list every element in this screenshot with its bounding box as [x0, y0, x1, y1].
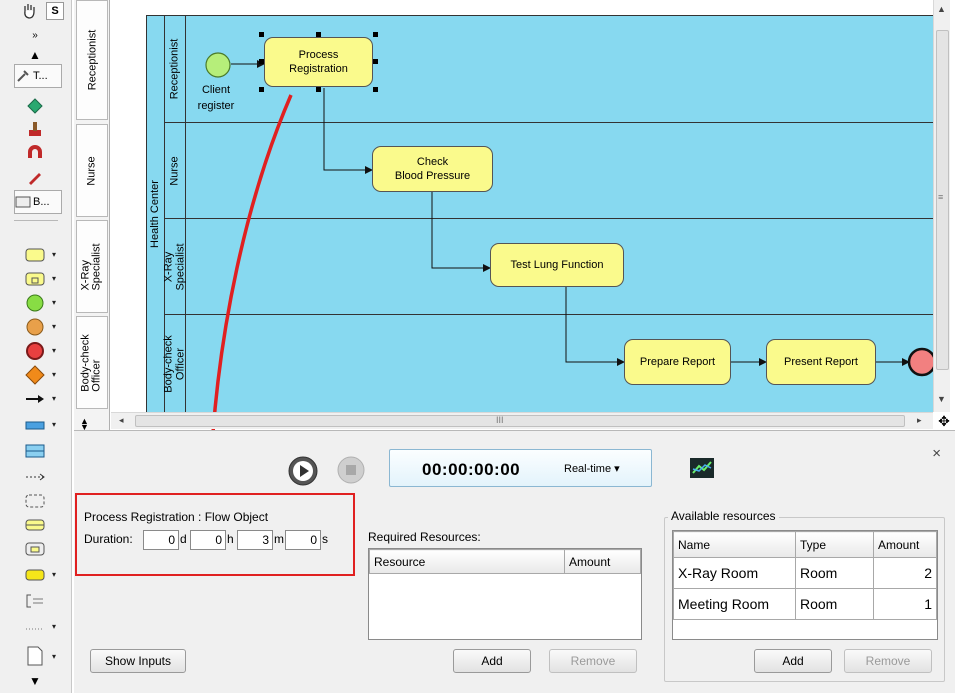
available-resources-table[interactable]: Name Type Amount X-Ray Room Room 2 Meeti… — [672, 530, 938, 640]
collapsed-subprocess-tool-icon[interactable] — [24, 538, 46, 560]
available-add-button[interactable]: Add — [754, 649, 832, 673]
resource-amount-cell[interactable]: 1 — [873, 588, 937, 620]
duration-hours-unit: h — [227, 532, 234, 546]
association-tool-icon[interactable] — [24, 466, 46, 488]
simulation-timer: 00:00:00:00 — [422, 460, 521, 479]
duration-seconds-unit: s — [322, 532, 328, 546]
selection-handle[interactable] — [373, 59, 378, 64]
pool-tool-icon[interactable] — [24, 440, 46, 462]
table-header-row: Name Type Amount — [673, 531, 937, 558]
pan-move-icon[interactable]: ✥ — [933, 412, 955, 430]
vertical-scrollbar[interactable]: ▲ ≡ ▼ — [933, 0, 950, 412]
show-inputs-button[interactable]: Show Inputs — [90, 649, 186, 673]
scroll-grip-label: III — [496, 415, 504, 425]
column-header-type[interactable]: Type — [795, 531, 874, 558]
selection-handle[interactable] — [259, 32, 264, 37]
message-flow-tool-icon[interactable] — [24, 618, 46, 640]
selection-handle[interactable] — [373, 87, 378, 92]
chart-icon — [690, 458, 714, 478]
start-event[interactable] — [203, 50, 233, 80]
duration-days-input[interactable]: 0 — [143, 530, 179, 550]
available-remove-button[interactable]: Remove — [844, 649, 932, 673]
flow-object-title: Process Registration : Flow Object — [84, 510, 269, 524]
selection-handle[interactable] — [316, 32, 321, 37]
selection-handle[interactable] — [316, 87, 321, 92]
duration-hours-input[interactable]: 0 — [190, 530, 226, 550]
document-dropdown-icon[interactable]: ▾ — [52, 652, 56, 661]
resource-name-cell[interactable]: Meeting Room — [673, 588, 796, 620]
available-resources-title: Available resources — [668, 509, 779, 523]
duration-minutes-input[interactable]: 3 — [237, 530, 273, 550]
panel-splitter-icon[interactable]: ▲ ▼ — [80, 417, 89, 432]
duration-minutes-unit: m — [274, 532, 284, 546]
table-header-row: Resource Amount — [369, 549, 641, 574]
duration-label: Duration: — [84, 532, 133, 546]
stop-simulation-button[interactable] — [337, 456, 365, 484]
required-resources-table[interactable]: Resource Amount — [368, 548, 642, 640]
task-process-registration[interactable]: Process Registration — [264, 37, 373, 87]
flow-lung-to-prepare — [565, 286, 625, 366]
column-header-resource[interactable]: Resource — [369, 549, 565, 574]
close-panel-button[interactable]: × — [932, 445, 941, 462]
annotation-tool-icon[interactable] — [24, 564, 46, 586]
simulation-timer-display: 00:00:00:00 Real-time ▾ — [389, 449, 652, 487]
column-header-amount[interactable]: Amount — [873, 531, 937, 558]
selection-handle[interactable] — [373, 32, 378, 37]
resource-type-cell[interactable]: Room — [795, 588, 874, 620]
speed-mode-dropdown[interactable]: Real-time ▾ — [564, 462, 620, 475]
column-header-amount[interactable]: Amount — [564, 549, 641, 574]
annotation-dropdown-icon[interactable]: ▾ — [52, 570, 56, 579]
task-check-blood-pressure[interactable]: Check Blood Pressure — [372, 146, 493, 192]
duration-days-unit: d — [180, 532, 187, 546]
flow-registration-to-blood-pressure — [323, 88, 373, 174]
selection-handle[interactable] — [259, 87, 264, 92]
simulation-panel: × 00:00:00:00 Real-time ▾ Process Regist… — [74, 430, 955, 693]
scroll-left-arrow-icon[interactable]: ◂ — [119, 415, 124, 426]
task-prepare-report[interactable]: Prepare Report — [624, 339, 731, 385]
required-remove-button[interactable]: Remove — [549, 649, 637, 673]
play-icon — [288, 456, 318, 486]
horizontal-scrollbar[interactable]: ◂ III ▸ — [111, 412, 933, 429]
text-annotation-tool-icon[interactable] — [24, 590, 46, 612]
data-object-tool-icon[interactable] — [24, 514, 46, 536]
column-header-name[interactable]: Name — [673, 531, 796, 558]
scroll-up-arrow-icon[interactable]: ▲ — [937, 4, 946, 14]
group-tool-icon[interactable] — [24, 490, 46, 512]
duration-seconds-input[interactable]: 0 — [285, 530, 321, 550]
message-flow-dropdown-icon[interactable]: ▾ — [52, 622, 56, 631]
document-tool-icon[interactable] — [24, 645, 46, 667]
resource-type-cell[interactable]: Room — [795, 557, 874, 589]
task-present-report[interactable]: Present Report — [766, 339, 876, 385]
flow-blood-pressure-to-lung — [431, 190, 491, 272]
start-event-label: Client register — [197, 84, 235, 112]
scroll-right-arrow-icon[interactable]: ▸ — [917, 415, 922, 426]
scroll-down-arrow-icon[interactable]: ▼ — [937, 394, 946, 404]
scroll-grip-icon: ≡ — [938, 192, 944, 202]
scroll-down-icon[interactable]: ▼ — [24, 670, 46, 692]
resource-name-cell[interactable]: X-Ray Room — [673, 557, 796, 589]
table-row[interactable]: Meeting Room Room 1 — [673, 588, 937, 620]
horizontal-scroll-thumb[interactable] — [135, 415, 905, 427]
play-simulation-button[interactable] — [288, 456, 318, 486]
required-resources-title: Required Resources: — [368, 530, 481, 544]
stop-icon — [337, 456, 365, 484]
required-add-button[interactable]: Add — [453, 649, 531, 673]
selection-handle[interactable] — [259, 59, 264, 64]
end-event[interactable] — [906, 346, 933, 378]
resource-amount-cell[interactable]: 2 — [873, 557, 937, 589]
task-test-lung-function[interactable]: Test Lung Function — [490, 243, 624, 287]
chart-report-button[interactable] — [689, 457, 715, 479]
table-row[interactable]: X-Ray Room Room 2 — [673, 557, 937, 589]
